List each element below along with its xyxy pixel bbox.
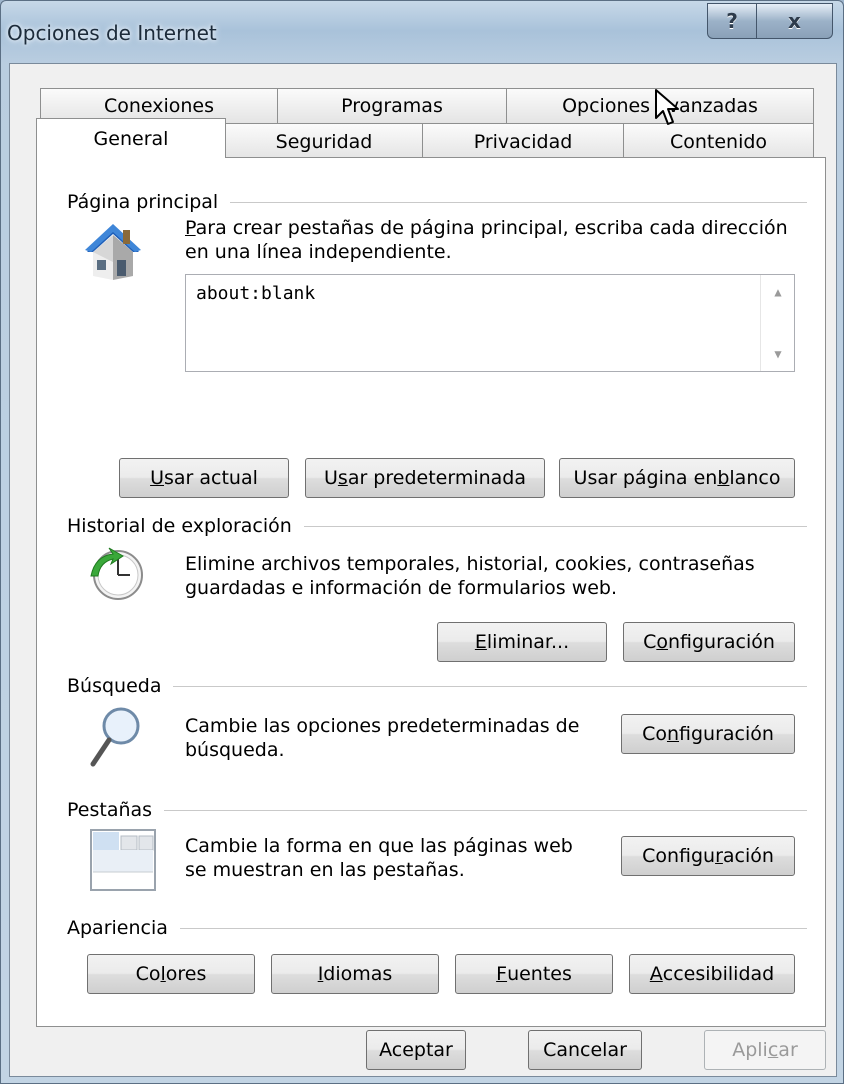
- home-page-description: Para crear pestañas de página principal,…: [185, 217, 788, 263]
- languages-button[interactable]: Idiomas: [271, 954, 439, 994]
- scroll-down-icon[interactable]: ▼: [761, 339, 795, 369]
- use-blank-button[interactable]: Usar página en b lanco: [559, 458, 795, 498]
- apply-button[interactable]: Apli c ar: [704, 1030, 826, 1070]
- group-home-page: Página principal: [67, 190, 807, 214]
- history-settings-button[interactable]: Co nfiguración: [623, 622, 795, 662]
- window-title: Opciones de Internet: [7, 21, 217, 45]
- house-icon: [85, 224, 141, 280]
- tab-panel-general: Página principal Para crear pestañas de …: [36, 157, 826, 1027]
- tab-privacidad[interactable]: Privacidad: [422, 123, 624, 159]
- url-scrollbar[interactable]: ▲ ▼: [760, 275, 794, 371]
- search-description: Cambie las opciones predeterminadas de b…: [185, 715, 580, 761]
- fonts-button[interactable]: Fuentes: [455, 954, 613, 994]
- tab-contenido[interactable]: Contenido: [623, 123, 814, 159]
- magnifier-icon: [90, 707, 140, 767]
- group-appearance: Apariencia: [67, 916, 807, 940]
- search-settings-button[interactable]: Co n figuración: [621, 714, 795, 754]
- group-history: Historial de exploración: [67, 514, 807, 538]
- mouse-cursor-icon: [655, 89, 679, 125]
- dialog-window: Opciones de Internet ? x Conexiones Prog…: [0, 0, 844, 1084]
- ok-button[interactable]: Aceptar: [366, 1030, 466, 1070]
- tabs-window-icon: [90, 829, 156, 891]
- group-tabs: Pestañas: [67, 798, 807, 822]
- tab-general[interactable]: General: [36, 118, 226, 158]
- scroll-up-icon[interactable]: ▲: [761, 277, 795, 307]
- tabs-description: Cambie la forma en que las páginas web s…: [185, 835, 573, 881]
- history-clock-icon: [90, 547, 143, 600]
- accessibility-button[interactable]: Accesibilidad: [629, 954, 795, 994]
- colors-button[interactable]: Co l ores: [87, 954, 255, 994]
- help-button[interactable]: ?: [707, 3, 757, 39]
- group-search: Búsqueda: [67, 674, 807, 698]
- home-page-url-input[interactable]: about:blank ▲ ▼: [185, 274, 795, 372]
- title-buttons: ? x: [707, 3, 833, 39]
- history-description: Elimine archivos temporales, historial, …: [185, 553, 755, 599]
- use-current-button[interactable]: Usar actual: [119, 458, 289, 498]
- tab-programas[interactable]: Programas: [277, 88, 507, 123]
- dialog-client-area: Conexiones Programas Opciones avanzadas …: [9, 63, 837, 1077]
- close-button[interactable]: x: [757, 3, 833, 39]
- use-default-button[interactable]: Us ar predeterminada: [305, 458, 545, 498]
- tabs-settings-button[interactable]: Configu r ación: [621, 836, 795, 876]
- tab-seguridad[interactable]: Seguridad: [225, 123, 423, 159]
- cancel-button[interactable]: Cancelar: [528, 1030, 642, 1070]
- delete-history-button[interactable]: Eliminar...: [437, 622, 607, 662]
